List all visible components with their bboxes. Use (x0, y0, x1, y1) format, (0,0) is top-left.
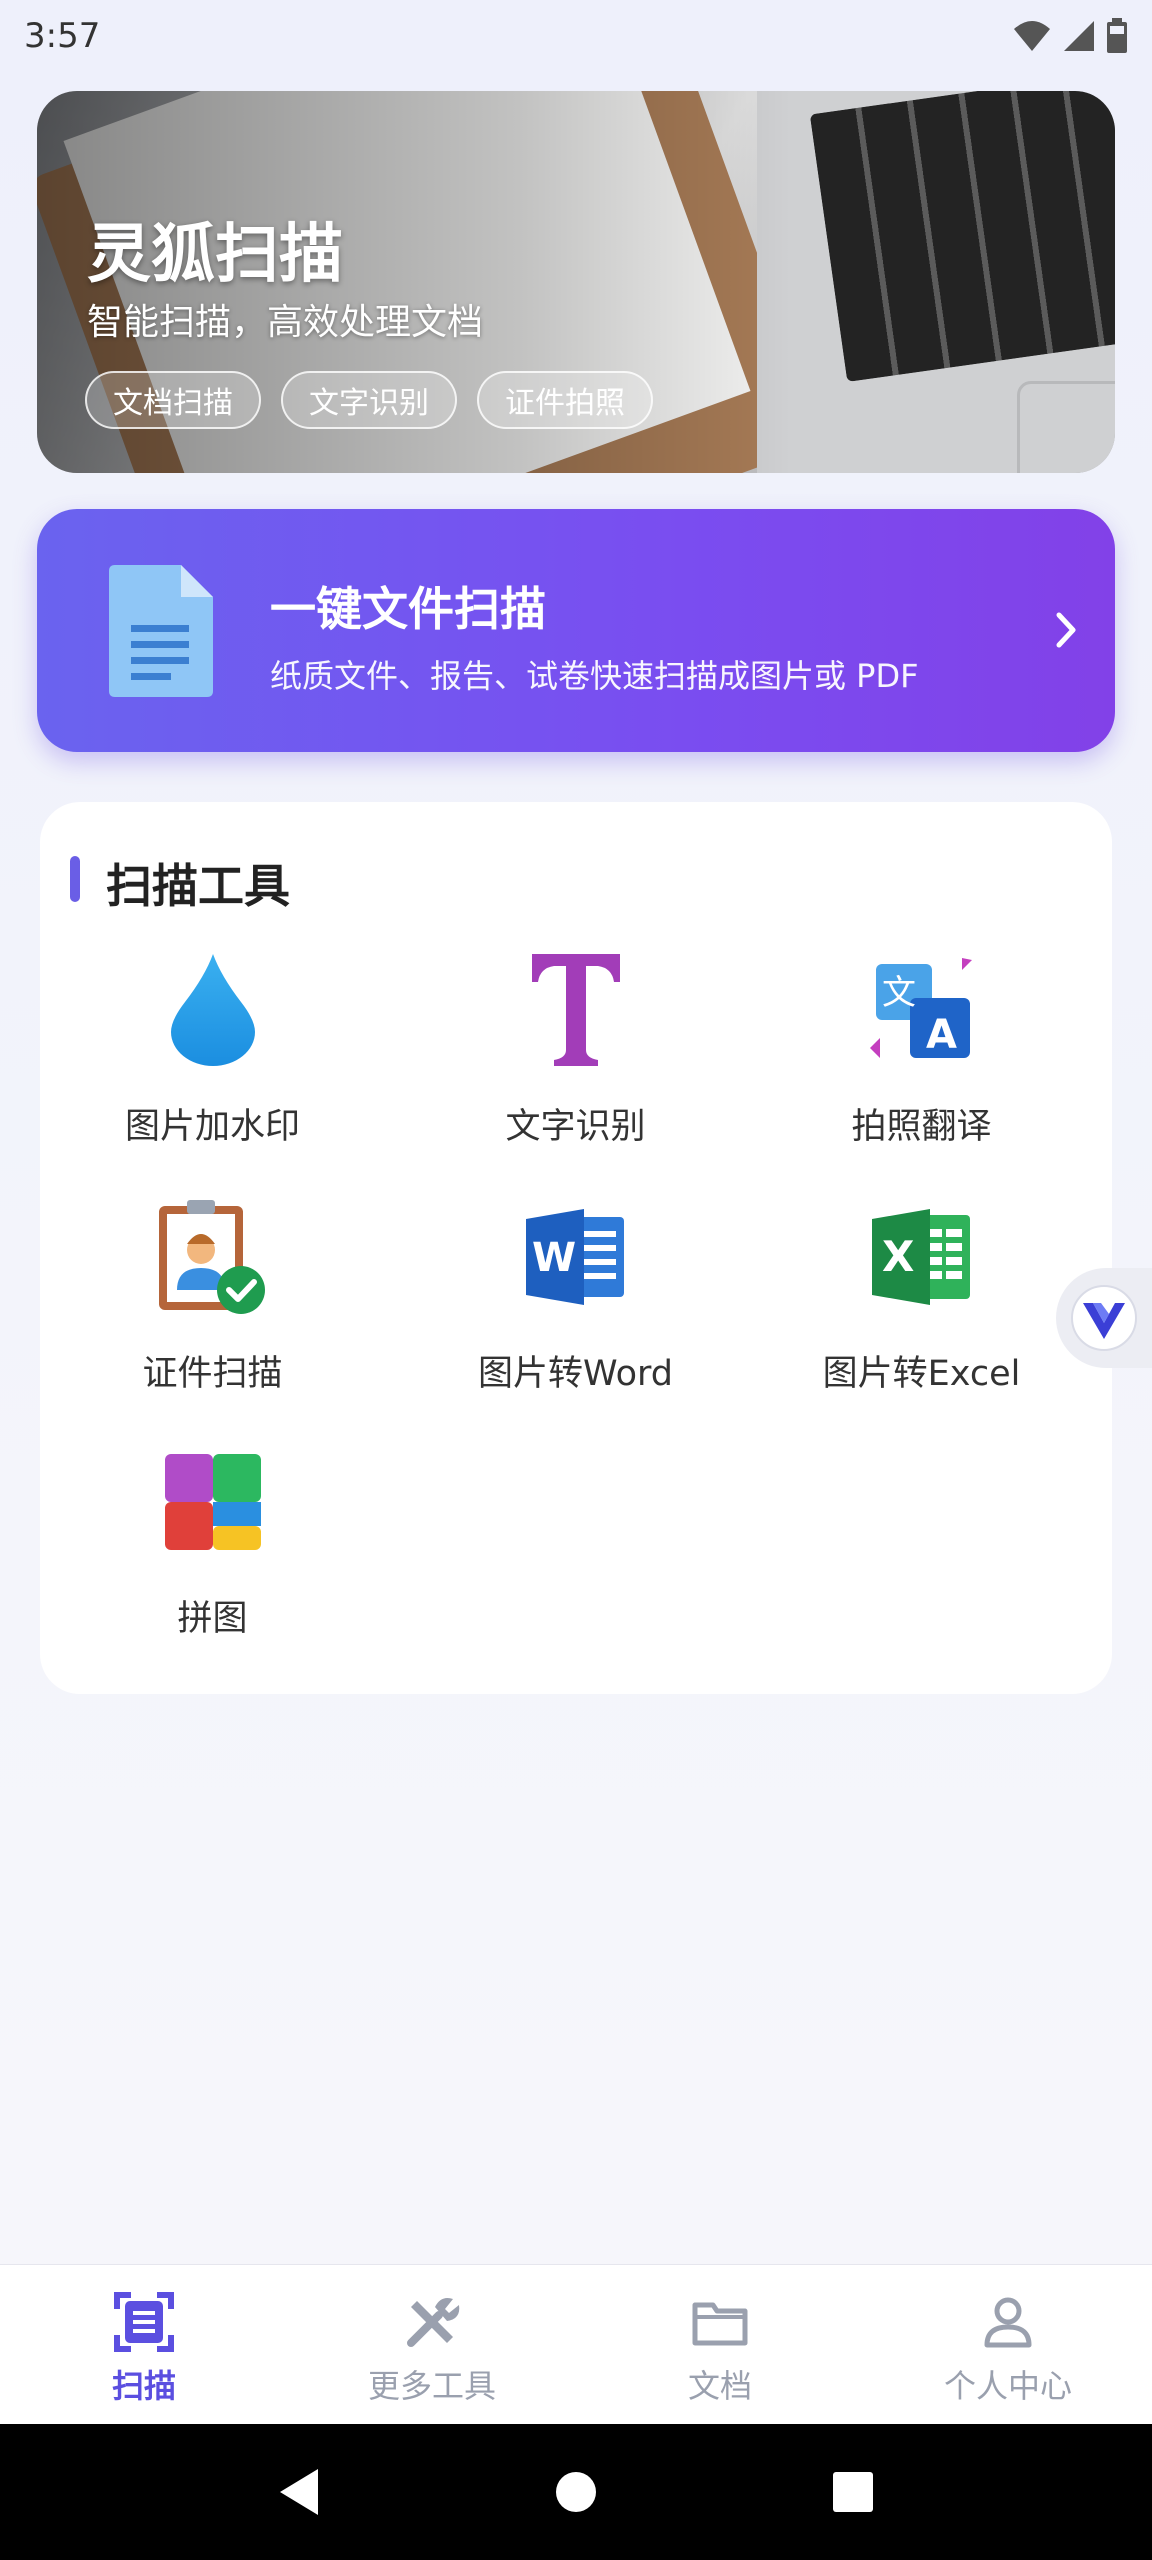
status-icons (1012, 18, 1128, 54)
tool-label: 拍照翻译 (851, 1107, 992, 1147)
tools-icon (407, 2298, 460, 2347)
text-t-icon (516, 950, 636, 1070)
battery-icon (1107, 18, 1127, 53)
tool-collage[interactable]: 拼图 (40, 1442, 385, 1672)
tab-label: 扫描 (111, 2367, 176, 2405)
status-bar: 3:57 (0, 0, 1152, 72)
tool-image-to-excel[interactable]: X 图片转Excel (749, 1197, 1094, 1427)
banner-tags: 文档扫描 文字识别 证件拍照 (85, 371, 653, 429)
id-card-check-icon (153, 1197, 273, 1317)
translate-icon: 文 A (862, 950, 982, 1070)
banner-title: 灵狐扫描 (87, 218, 343, 292)
tab-label: 文档 (687, 2367, 752, 2405)
floating-assistant-button[interactable] (1056, 1268, 1152, 1368)
tool-label: 证件扫描 (142, 1354, 283, 1394)
hero-banner[interactable]: 灵狐扫描 智能扫描，高效处理文档 文档扫描 文字识别 证件拍照 (37, 91, 1115, 473)
tab-documents[interactable]: 文档 (576, 2265, 864, 2424)
document-icon (109, 565, 213, 697)
tool-label: 图片转Word (478, 1354, 673, 1394)
svg-text:W: W (532, 1235, 576, 1281)
tool-ocr[interactable]: 文字识别 (403, 950, 748, 1180)
nav-back-button[interactable] (269, 2462, 329, 2522)
tool-watermark[interactable]: 图片加水印 (40, 950, 385, 1180)
cell-signal-icon (1064, 21, 1094, 51)
word-icon: W (516, 1197, 636, 1317)
nav-home-button[interactable] (546, 2462, 606, 2522)
v-logo-icon (1071, 1285, 1137, 1351)
system-navigation-bar (0, 2424, 1152, 2560)
banner-tag-id-photo: 证件拍照 (477, 371, 653, 429)
chevron-right-icon (1056, 612, 1076, 648)
scan-tools-panel: 扫描工具 图片加水印 文字识别 文 A 拍照翻译 证件扫描 W 图片转Word … (40, 802, 1112, 1694)
section-accent-bar (70, 856, 80, 902)
water-drop-icon (153, 950, 273, 1070)
back-triangle-icon (279, 2469, 318, 2515)
banner-tag-ocr: 文字识别 (281, 371, 457, 429)
svg-text:A: A (926, 1012, 957, 1058)
person-icon (984, 2297, 1032, 2348)
tab-more-tools[interactable]: 更多工具 (288, 2265, 576, 2424)
folder-icon (692, 2302, 748, 2346)
tool-label: 图片转Excel (822, 1354, 1021, 1394)
nav-recents-button[interactable] (823, 2462, 883, 2522)
excel-icon: X (862, 1197, 982, 1317)
svg-text:X: X (882, 1232, 914, 1281)
recents-square-icon (833, 2472, 874, 2512)
tool-id-scan[interactable]: 证件扫描 (40, 1197, 385, 1427)
tool-label: 图片加水印 (124, 1107, 300, 1147)
collage-icon (153, 1442, 273, 1562)
tab-profile[interactable]: 个人中心 (864, 2265, 1152, 2424)
tool-image-to-word[interactable]: W 图片转Word (403, 1197, 748, 1427)
banner-tag-doc-scan: 文档扫描 (85, 371, 261, 429)
home-circle-icon (555, 2472, 596, 2512)
tab-scan[interactable]: 扫描 (0, 2265, 288, 2424)
scan-card-description: 纸质文件、报告、试卷快速扫描成图片或 PDF (270, 657, 919, 695)
wifi-icon (1014, 21, 1050, 51)
one-click-scan-card[interactable]: 一键文件扫描 纸质文件、报告、试卷快速扫描成图片或 PDF (37, 509, 1115, 752)
scan-icon (114, 2292, 174, 2352)
tool-photo-translate[interactable]: 文 A 拍照翻译 (749, 950, 1094, 1180)
status-time: 3:57 (24, 16, 101, 56)
tab-label: 更多工具 (367, 2367, 496, 2405)
tab-label: 个人中心 (943, 2367, 1072, 2405)
svg-text:文: 文 (882, 973, 916, 1013)
scan-card-title: 一键文件扫描 (270, 582, 546, 636)
banner-subtitle: 智能扫描，高效处理文档 (87, 302, 484, 343)
tool-label: 拼图 (177, 1599, 248, 1639)
tools-section-title: 扫描工具 (106, 859, 290, 913)
bottom-tab-bar: 扫描 更多工具 文档 个人中心 (0, 2264, 1152, 2424)
tool-label: 文字识别 (505, 1107, 646, 1147)
